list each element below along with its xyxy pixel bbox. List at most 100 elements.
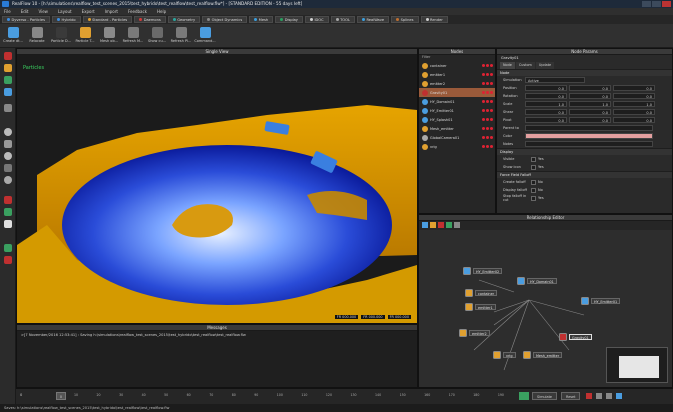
menu-import[interactable]: Import xyxy=(105,8,118,15)
param-value[interactable]: 0.0 xyxy=(569,109,611,115)
toolbar-button-1[interactable]: Relocate xyxy=(26,26,48,47)
node-item[interactable]: Mesh_emitter xyxy=(419,124,495,133)
minimize-button[interactable] xyxy=(642,1,651,7)
graph-node[interactable]: container xyxy=(465,289,498,297)
tab-6[interactable]: Mesh xyxy=(249,16,274,23)
tab-4[interactable]: Geometry xyxy=(167,16,201,23)
param-value[interactable]: 0.0 xyxy=(525,117,567,123)
timeline[interactable]: 0 0 10 20 30 40 50 60 70 80 90 100 110 120 130 140 150… xyxy=(16,388,673,404)
param-value[interactable]: 1.0 xyxy=(613,101,655,107)
toolbar-button-0[interactable]: Create dt... xyxy=(2,26,24,47)
node-flag-icon[interactable] xyxy=(490,109,493,112)
relationship-editor[interactable]: Relationship Editor HY_Emitter02 HY_Domai… xyxy=(418,214,673,388)
checkbox[interactable] xyxy=(531,156,536,162)
node-flag-icon[interactable] xyxy=(486,91,489,94)
node-item[interactable]: vrig xyxy=(419,142,495,151)
maximize-button[interactable] xyxy=(652,1,661,7)
param-value[interactable]: 0.0 xyxy=(525,109,567,115)
param-value[interactable]: 0.0 xyxy=(613,85,655,91)
params-tab-node[interactable]: Node xyxy=(500,62,515,69)
select-tool-icon[interactable] xyxy=(4,52,12,60)
node-item[interactable]: emitter2 xyxy=(419,79,495,88)
node-flag-icon[interactable] xyxy=(482,109,485,112)
cube-icon[interactable] xyxy=(4,140,12,148)
graph-node[interactable]: emitter1 xyxy=(465,303,496,311)
sphere-shaded-icon[interactable] xyxy=(4,152,12,160)
loop-icon[interactable] xyxy=(616,393,622,399)
rotate-tool-icon[interactable] xyxy=(4,76,12,84)
scale-tool-icon[interactable] xyxy=(4,88,12,96)
color-swatch[interactable] xyxy=(525,133,653,139)
tab-0[interactable]: Dyverso - Particles xyxy=(2,16,51,23)
node-flag-icon[interactable] xyxy=(490,64,493,67)
grid-icon[interactable] xyxy=(4,208,12,216)
node-flag-icon[interactable] xyxy=(490,118,493,121)
section-node[interactable]: Node xyxy=(497,69,672,76)
node-item[interactable]: HY_Splash01 xyxy=(419,115,495,124)
graph-node[interactable]: HY_Emitter02 xyxy=(463,267,503,275)
wireframe-icon[interactable] xyxy=(4,164,12,172)
node-flag-icon[interactable] xyxy=(486,109,489,112)
tab-2[interactable]: Standard - Particles xyxy=(82,16,133,23)
node-item[interactable]: container xyxy=(419,61,495,70)
graph-node[interactable]: HY_Domain01 xyxy=(517,277,557,285)
node-flag-icon[interactable] xyxy=(482,127,485,130)
menu-edit[interactable]: Edit xyxy=(21,8,29,15)
tab-8[interactable]: IDOC xyxy=(304,16,329,23)
play-icon[interactable] xyxy=(4,244,12,252)
minimap[interactable] xyxy=(606,347,668,383)
simulate-dropdown[interactable]: Simulate xyxy=(532,392,557,400)
record-icon[interactable] xyxy=(4,196,12,204)
node-flag-icon[interactable] xyxy=(490,73,493,76)
param-value[interactable]: 0.0 xyxy=(613,109,655,115)
step-back-icon[interactable] xyxy=(596,393,602,399)
unlink-icon[interactable] xyxy=(438,222,444,228)
sphere-icon[interactable] xyxy=(4,128,12,136)
graph-node[interactable]: Mesh_emitter xyxy=(523,351,563,359)
node-flag-icon[interactable] xyxy=(482,118,485,121)
param-field[interactable] xyxy=(525,125,653,131)
params-tab-update[interactable]: Update xyxy=(535,62,555,69)
tab-5[interactable]: Object Dynamics xyxy=(202,16,248,23)
node-flag-icon[interactable] xyxy=(486,82,489,85)
param-value[interactable]: 0.0 xyxy=(613,117,655,123)
param-value[interactable]: 0.0 xyxy=(525,85,567,91)
link-icon[interactable] xyxy=(430,222,436,228)
menu-file[interactable]: File xyxy=(4,8,11,15)
toolbar-button-3[interactable]: Particle T... xyxy=(74,26,96,47)
node-flag-icon[interactable] xyxy=(482,136,485,139)
node-flag-icon[interactable] xyxy=(490,127,493,130)
node-flag-icon[interactable] xyxy=(482,82,485,85)
play-button-icon[interactable] xyxy=(519,392,529,400)
menu-feedback[interactable]: Feedback xyxy=(128,8,147,15)
toolbar-button-2[interactable]: Particle D... xyxy=(50,26,72,47)
node-flag-icon[interactable] xyxy=(486,73,489,76)
param-value[interactable]: 0.0 xyxy=(569,85,611,91)
toolbar-button-8[interactable]: Command... xyxy=(194,26,216,47)
node-item[interactable]: emitter1 xyxy=(419,70,495,79)
toolbar-button-5[interactable]: Refresh M... xyxy=(122,26,144,47)
param-value[interactable]: Active xyxy=(525,77,585,83)
close-button[interactable] xyxy=(662,1,671,7)
node-item[interactable]: Gravity01 xyxy=(419,88,495,97)
menu-export[interactable]: Export xyxy=(82,8,95,15)
record-button-icon[interactable] xyxy=(586,393,592,399)
node-flag-icon[interactable] xyxy=(486,118,489,121)
node-flag-icon[interactable] xyxy=(490,100,493,103)
node-flag-icon[interactable] xyxy=(486,100,489,103)
node-flag-icon[interactable] xyxy=(482,145,485,148)
param-value[interactable]: 0.0 xyxy=(569,117,611,123)
params-tab-custom[interactable]: Custom xyxy=(515,62,535,69)
node-item[interactable]: GlobalCamera01 xyxy=(419,133,495,142)
current-frame[interactable]: 0 xyxy=(56,392,66,400)
param-value[interactable]: 1.0 xyxy=(569,101,611,107)
menu-layout[interactable]: Layout xyxy=(58,8,72,15)
param-value[interactable]: 1.0 xyxy=(525,101,567,107)
reset-button[interactable]: Reset xyxy=(561,392,581,400)
snapshot-icon[interactable] xyxy=(4,220,12,228)
node-flag-icon[interactable] xyxy=(490,145,493,148)
checkbox[interactable] xyxy=(531,164,536,170)
stop-icon[interactable] xyxy=(4,256,12,264)
node-flag-icon[interactable] xyxy=(482,73,485,76)
tab-9[interactable]: TOOL xyxy=(330,16,355,23)
